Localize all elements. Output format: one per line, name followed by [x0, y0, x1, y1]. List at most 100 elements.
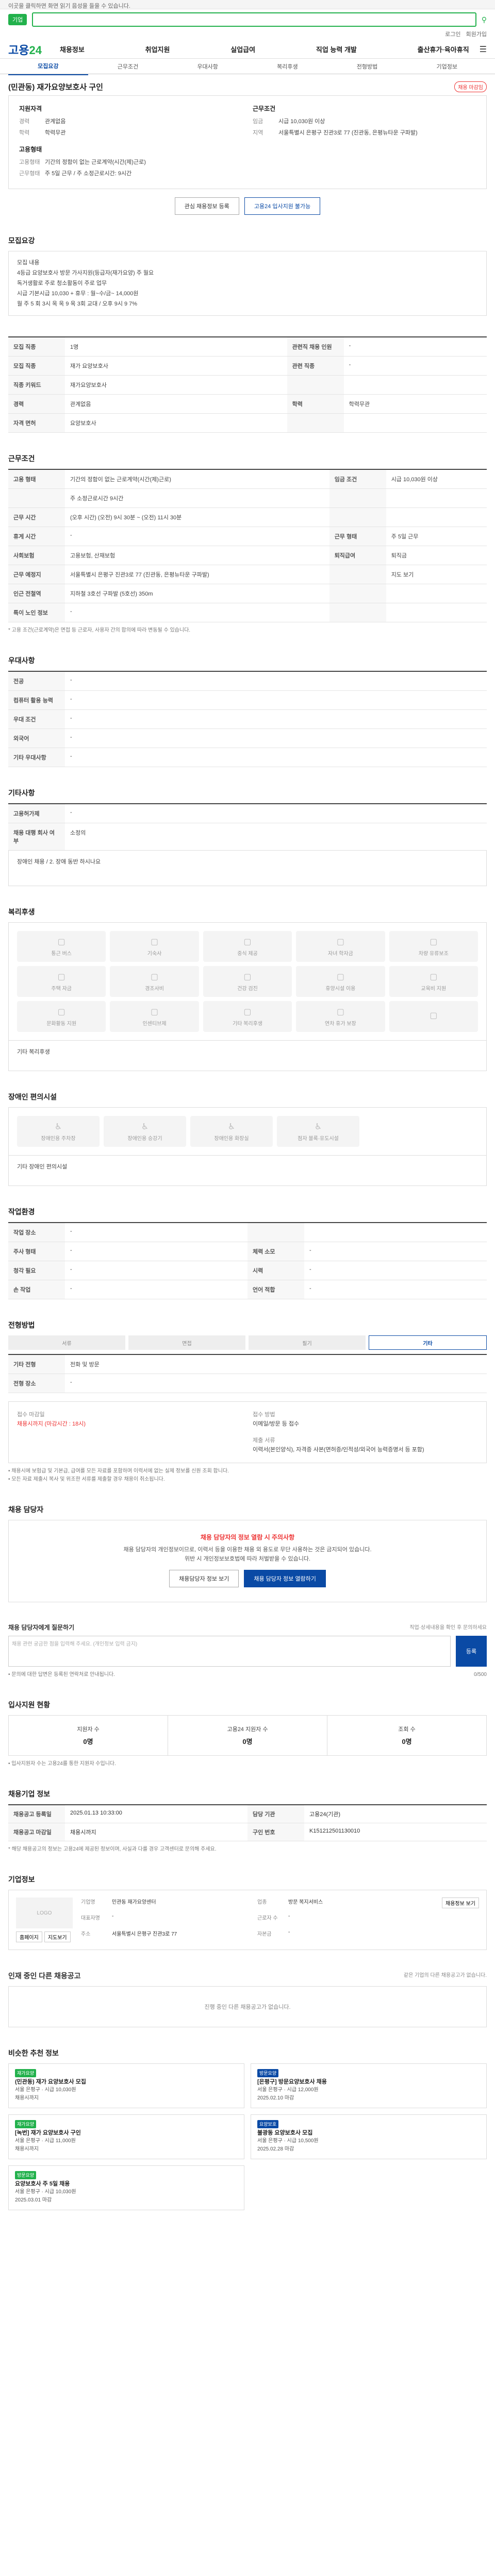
table-row: 모집 직종 1명 관련직 채용 인원 -	[8, 337, 487, 357]
table-row: 우대 조건 -	[8, 709, 487, 729]
related-title: 인재 중인 다른 채용공고	[8, 1972, 81, 1980]
summary-value: 기간의 정함이 없는 근로계약(시간(제)근로)	[45, 159, 146, 165]
card-line: 2025.02.10 마감	[257, 2095, 294, 2101]
welfare-label: 기숙사	[147, 951, 162, 957]
recommend-card[interactable]: 방문요양 [은평구] 방문요양보호사 채용 서울 은평구 · 시급 12,000원 2…	[251, 2063, 487, 2108]
company-jobs-button[interactable]: 채용정보 보기	[442, 1897, 479, 1908]
table-row: 작업 장소 -	[8, 1223, 487, 1242]
card-title[interactable]: 불광동 요양보호사 모집	[257, 2129, 480, 2137]
env-table: 작업 장소 - 주사 형태 - 체력 소모 - 청각 필요 - 시력 - 손 작업 - 언어 적합 -	[8, 1222, 487, 1299]
gnb-item[interactable]: 채용정보	[60, 44, 85, 54]
search-filter-button[interactable]: 기업	[8, 14, 27, 25]
login-link[interactable]: 로그인	[445, 30, 460, 38]
company-key: 대표자명	[81, 1916, 100, 1921]
card-title[interactable]: (민관동) 재가 요양보호사 모집	[15, 2078, 238, 2086]
table-key: 자격 면허	[8, 413, 65, 433]
stat-number: 0명	[242, 1738, 253, 1745]
summary-value: 시급 10,030원 이상	[278, 118, 325, 125]
table-key: 전형 장소	[8, 1374, 65, 1393]
desc-line: 4등급 요양보호사 방문 가사지원(등급자(재가요양) 주 월요	[17, 270, 154, 276]
recommend-card[interactable]: 방문요양 요양보호사 주 5일 채용 서울 은평구 · 시급 10,030원 2025…	[8, 2165, 244, 2210]
gnb-item[interactable]: 실업급여	[230, 44, 255, 54]
card-title[interactable]: [녹번] 재가 요양보호사 구인	[15, 2129, 238, 2137]
table-row: 손 작업 - 언어 적합 -	[8, 1280, 487, 1299]
recommend-card[interactable]: 재가요양 [녹번] 재가 요양보호사 구인 서울 은평구 · 시급 11,000원 채…	[8, 2114, 244, 2159]
disabled-label: 장애인용 승강기	[127, 1136, 162, 1142]
disabled-label: 점자 블록·유도시설	[298, 1136, 339, 1142]
table-key: 시력	[248, 1261, 304, 1280]
table-row: 직종 키워드 재가요양보호사	[8, 375, 487, 395]
company-home-button[interactable]: 홈페이지	[16, 1931, 42, 1942]
tab-1[interactable]: 근무조건	[88, 58, 168, 75]
table-key: 손 작업	[8, 1280, 65, 1299]
process-step: 필기	[249, 1335, 366, 1350]
card-line: 서울 은평구 · 시급 10,500원	[257, 2138, 319, 2144]
section-company-title: 기업정보	[8, 1875, 35, 1884]
table-key: 컴퓨터 활용 능력	[8, 690, 65, 710]
scrap-button[interactable]: 관심 채용정보 등록	[174, 197, 239, 215]
stat-label: 조회 수	[398, 1726, 416, 1733]
logo-part2: 24	[29, 43, 42, 57]
table-row: 청각 필요 - 시력 -	[8, 1261, 487, 1280]
section-contact-title: 채용 담당자	[8, 1505, 44, 1514]
section-recruit-title: 모집요강	[8, 236, 35, 245]
contact-detail-button[interactable]: 채용담당자 정보 보기	[169, 1570, 239, 1587]
qna-submit-button[interactable]: 등록	[456, 1636, 487, 1667]
table-key	[248, 1223, 304, 1242]
table-key: 근무 시간	[8, 507, 65, 527]
summary-key: 학력	[19, 130, 30, 136]
table-value	[386, 584, 487, 603]
contact-view-button[interactable]: 채용 담당자 정보 열람하기	[244, 1570, 326, 1587]
tab-5[interactable]: 기업정보	[407, 58, 487, 75]
welfare-item: ▢ 기숙사	[110, 931, 199, 962]
card-title[interactable]: 요양보호사 주 5일 채용	[15, 2180, 238, 2188]
apply-deadline-value: 채용시까지 (마감시간 : 18시)	[17, 1421, 86, 1427]
card-tag: 방문요양	[15, 2171, 37, 2179]
table-value: -	[65, 527, 329, 546]
desc-line: 월 주 5 회 3시 옥 옥 9 옥 3회 교대 / 오후 9시 9 7%	[17, 301, 138, 307]
accessibility-icon: ♿	[227, 1122, 236, 1131]
summary-key: 지역	[253, 130, 263, 136]
welfare-item: ▢ 건강 검진	[203, 966, 292, 997]
welfare-label: 통근 버스	[51, 951, 72, 957]
company-map-button[interactable]: 지도보기	[44, 1931, 71, 1942]
disabled-etc: 기타 장애인 편의시설	[8, 1155, 487, 1186]
gnb-item[interactable]: 취업지원	[145, 44, 170, 54]
table-value: -	[65, 1223, 248, 1242]
join-link[interactable]: 회원가입	[466, 30, 487, 38]
qna-textarea[interactable]: 채용 관련 궁금한 점을 입력해 주세요. (개인정보 입력 금지)	[8, 1636, 451, 1667]
search-input[interactable]	[32, 12, 476, 27]
disabled-item: ♿ 장애인용 승강기	[104, 1116, 186, 1147]
accessibility-bar[interactable]: 이곳을 클릭하면 화면 읽기 음성을 들을 수 있습니다.	[0, 0, 495, 9]
summary-recruit-head: 지원자격	[19, 105, 42, 112]
tab-2[interactable]: 우대사항	[168, 58, 248, 75]
table-value[interactable]: 지도 보기	[386, 565, 487, 584]
site-logo[interactable]: 고용24	[8, 41, 44, 58]
table-key: 고용 형태	[8, 469, 65, 489]
welfare-label: 기타 복리후생	[233, 1021, 262, 1027]
table-key: 근무 예정지	[8, 565, 65, 584]
qna-note: • 문의에 대한 답변은 등록된 연락처로 안내됩니다.	[8, 1672, 115, 1677]
apply-deadline-head: 접수 마감일	[17, 1412, 45, 1418]
table-key: 청각 필요	[8, 1261, 65, 1280]
table-key: 특이 노인 정보	[8, 603, 65, 622]
recruit-description: 모집 내용 4등급 요양보호사 방문 가사지원(등급자(재가요양) 주 월요 독거생…	[8, 251, 487, 316]
card-tag: 요양보호	[257, 2120, 279, 2128]
gnb-item[interactable]: 직업 능력 개발	[316, 44, 357, 54]
gnb-item[interactable]: 출산휴가·육아휴직	[418, 44, 469, 54]
search-icon[interactable]: ⚲	[482, 15, 487, 24]
table-row: 특이 노인 정보 -	[8, 603, 487, 622]
recommend-card[interactable]: 재가요양 (민관동) 재가 요양보호사 모집 서울 은평구 · 시급 10,030원…	[8, 2063, 244, 2108]
section-disabled-title: 장애인 편의시설	[8, 1093, 57, 1101]
card-title[interactable]: [은평구] 방문요양보호사 채용	[257, 2078, 480, 2086]
table-value: 소정의	[65, 823, 487, 851]
apply-button[interactable]: 고용24 입사지원 불가능	[244, 197, 321, 215]
tab-3[interactable]: 복리후생	[248, 58, 327, 75]
menu-icon[interactable]: ☰	[480, 44, 487, 55]
card-line: 서울 은평구 · 시급 10,030원	[15, 2087, 76, 2093]
tab-4[interactable]: 전형방법	[327, 58, 407, 75]
recommend-card[interactable]: 요양보호 불광동 요양보호사 모집 서울 은평구 · 시급 10,500원 2025.…	[251, 2114, 487, 2159]
tab-0[interactable]: 모집요강	[8, 58, 88, 75]
stat-number: 0명	[402, 1738, 412, 1745]
notice-title: 채용 담당자의 정보 열람 시 주의사항	[200, 1534, 295, 1541]
